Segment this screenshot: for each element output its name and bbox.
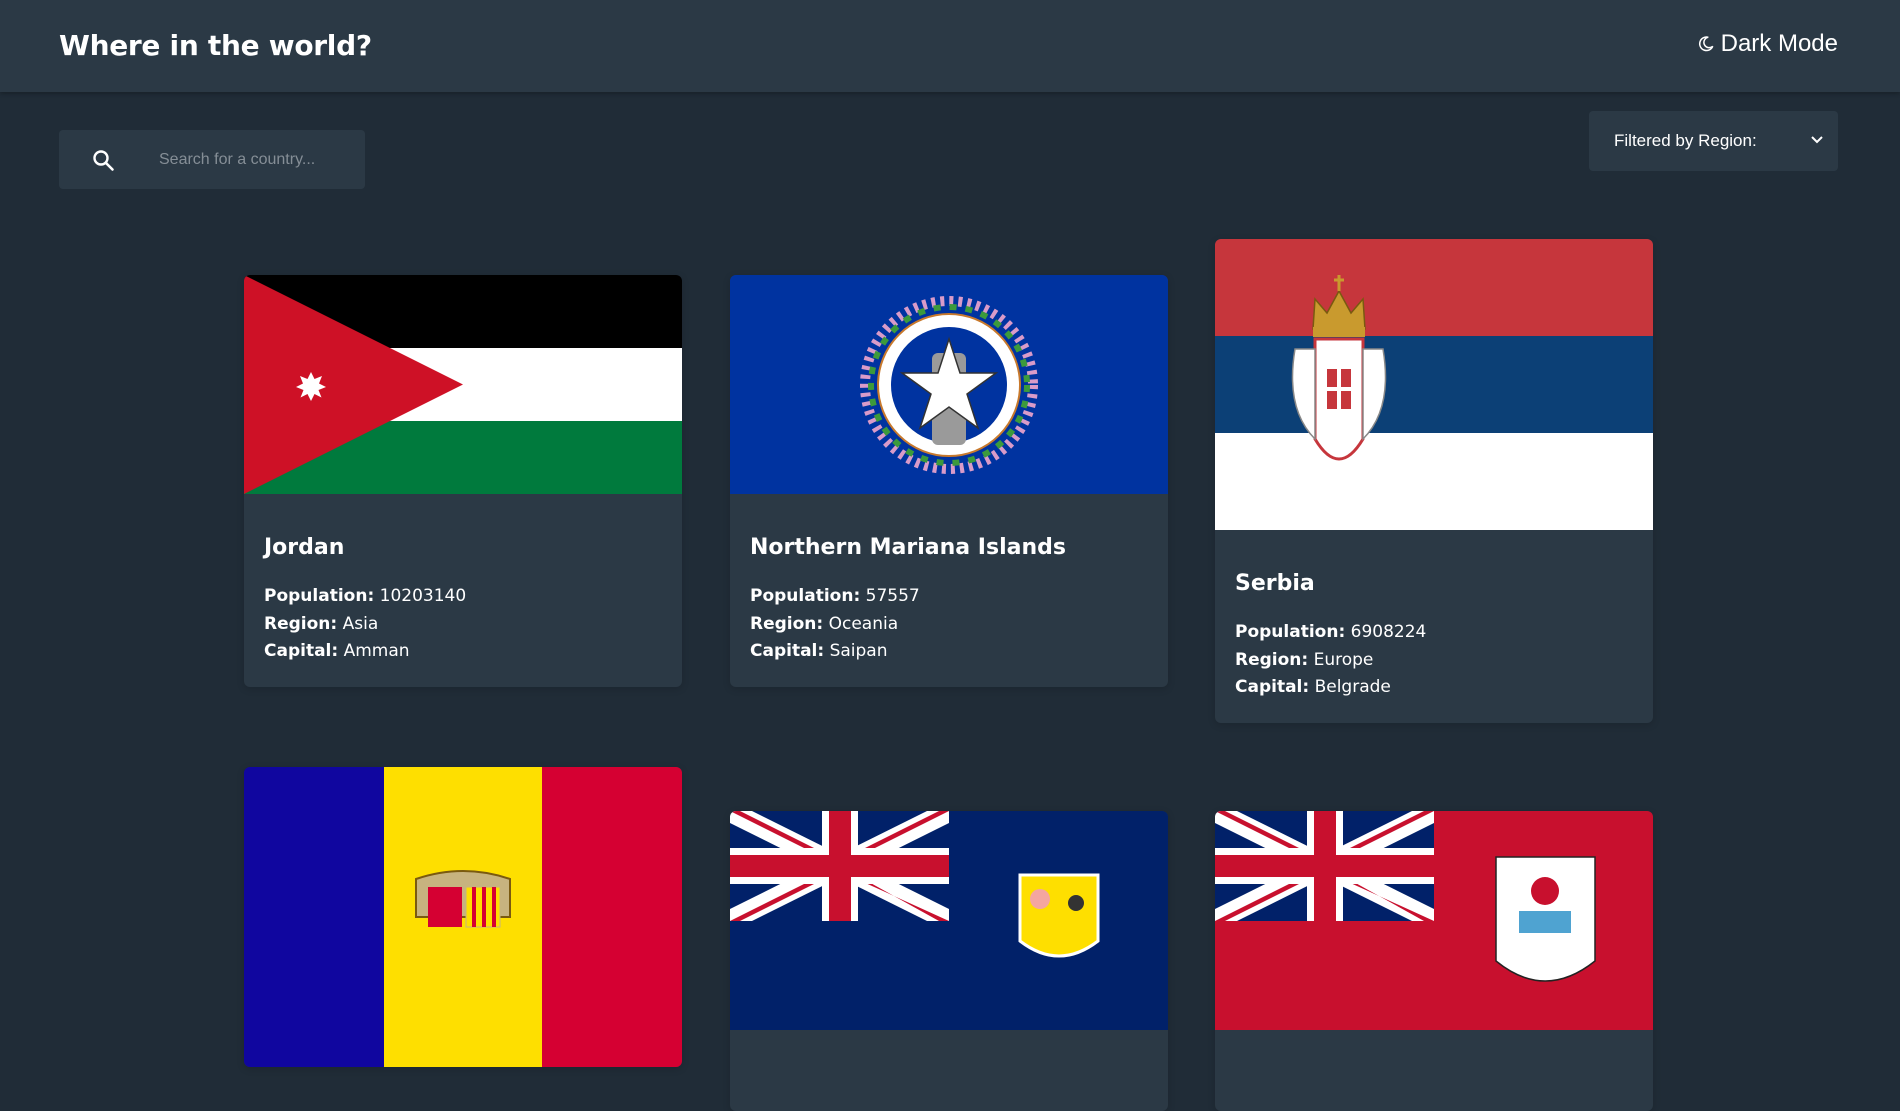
capital-row: Capital: Amman bbox=[264, 641, 410, 661]
search-box[interactable] bbox=[59, 130, 365, 189]
moon-icon bbox=[1698, 36, 1714, 52]
app-title: Where in the world? bbox=[59, 29, 372, 62]
top-navbar: Where in the world? Dark Mode bbox=[0, 0, 1900, 92]
region-row: Region: Asia bbox=[264, 613, 379, 634]
region-filter-label: Filtered by Region: bbox=[1614, 131, 1757, 150]
dark-mode-label: Dark Mode bbox=[1720, 30, 1838, 57]
country-card-turks-and-caicos[interactable] bbox=[730, 811, 1168, 1111]
flag-bermuda bbox=[1215, 811, 1653, 1030]
country-card-jordan[interactable]: Jordan Population: 10203140 Region: Asia… bbox=[244, 275, 682, 687]
region-row: Region: Oceania bbox=[750, 613, 899, 634]
flag-turks-and-caicos bbox=[730, 811, 1168, 1030]
dark-mode-toggle[interactable]: Dark Mode bbox=[1697, 30, 1838, 58]
country-card-andorra[interactable] bbox=[244, 767, 682, 1067]
flag-jordan bbox=[244, 275, 682, 494]
country-name: Serbia bbox=[1235, 571, 1315, 596]
country-card-northern-mariana-islands[interactable]: Northern Mariana Islands Population: 575… bbox=[730, 275, 1168, 687]
population-row: Population: 6908224 bbox=[1235, 622, 1427, 642]
flag-andorra bbox=[244, 767, 682, 1067]
region-row: Region: Europe bbox=[1235, 649, 1374, 670]
capital-row: Capital: Belgrade bbox=[1235, 677, 1391, 697]
population-row: Population: 10203140 bbox=[264, 586, 467, 606]
capital-row: Capital: Saipan bbox=[750, 641, 888, 661]
country-card-bermuda[interactable] bbox=[1215, 811, 1653, 1111]
chevron-down-icon bbox=[1811, 136, 1823, 144]
country-name: Northern Mariana Islands bbox=[750, 535, 1066, 560]
search-input[interactable] bbox=[159, 130, 349, 189]
region-filter-select[interactable]: Filtered by Region: bbox=[1589, 111, 1838, 171]
search-icon bbox=[93, 150, 114, 171]
flag-northern-mariana-islands bbox=[730, 275, 1168, 494]
country-name: Jordan bbox=[264, 535, 345, 560]
flag-serbia bbox=[1215, 239, 1653, 530]
population-row: Population: 57557 bbox=[750, 586, 920, 606]
country-card-serbia[interactable]: Serbia Population: 6908224 Region: Europ… bbox=[1215, 239, 1653, 723]
